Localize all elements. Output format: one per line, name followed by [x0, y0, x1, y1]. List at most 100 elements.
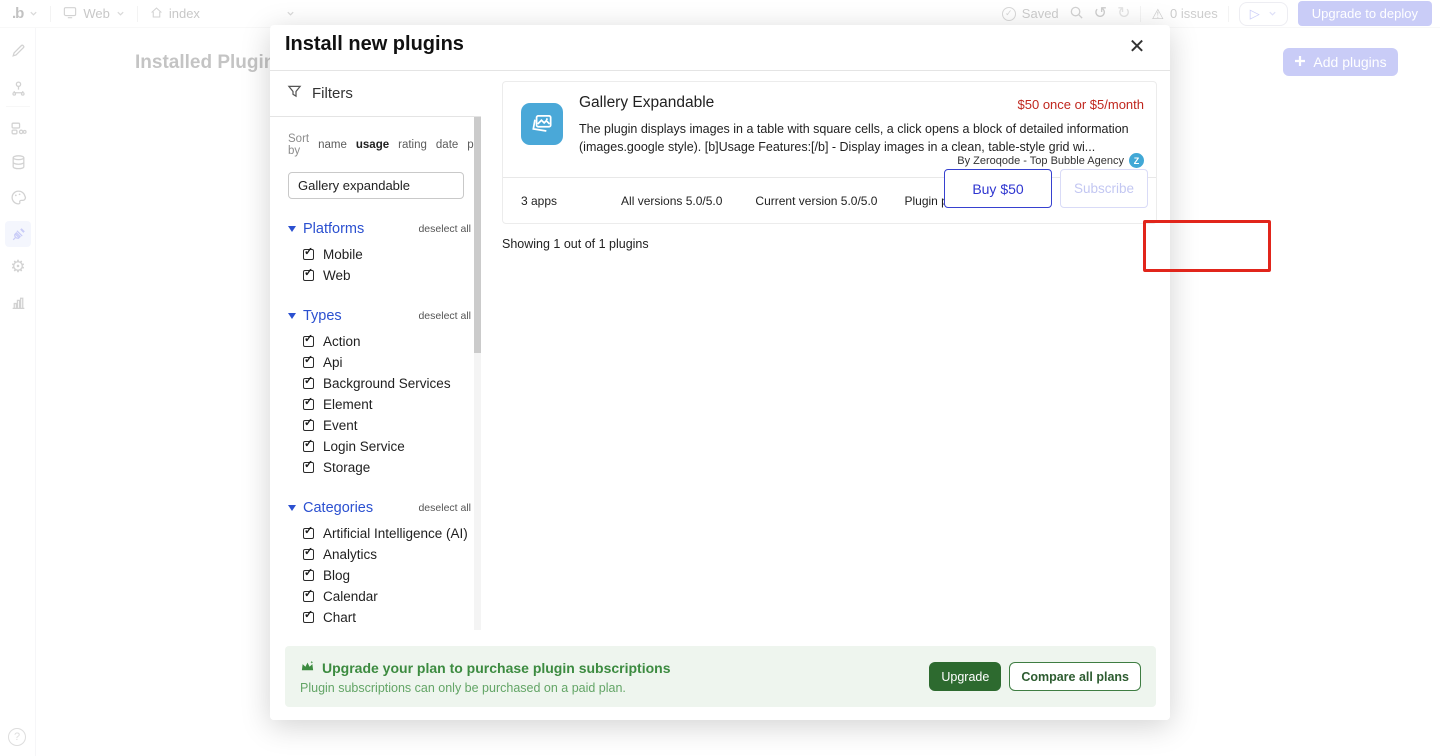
plugin-results-area: Gallery Expandable $50 once or $5/month …: [481, 71, 1170, 630]
filter-item-event[interactable]: Event: [288, 415, 474, 436]
deselect-all-link[interactable]: deselect all: [418, 502, 471, 514]
checked-checkbox-icon: [303, 270, 314, 281]
undo-icon[interactable]: ↺: [1094, 6, 1107, 22]
filter-item-login-service[interactable]: Login Service: [288, 436, 474, 457]
checked-checkbox-icon: [303, 249, 314, 260]
filter-item-label: Event: [323, 418, 358, 433]
monitor-icon: [63, 6, 77, 22]
crown-icon: [300, 659, 315, 677]
collapse-triangle-icon[interactable]: [288, 313, 296, 319]
checked-checkbox-icon: [303, 420, 314, 431]
plugins-plug-icon[interactable]: [5, 221, 31, 247]
sort-option-name[interactable]: name: [318, 139, 347, 151]
filter-section-categories: Categories deselect all Artificial Intel…: [288, 500, 474, 630]
sort-option-date[interactable]: date: [436, 139, 458, 151]
logs-chart-icon[interactable]: [8, 292, 28, 312]
current-version-stat: Current version 5.0/5.0: [755, 194, 877, 208]
filter-item-blog[interactable]: Blog: [288, 565, 474, 586]
plugin-search-input[interactable]: [288, 172, 464, 199]
help-icon[interactable]: ?: [8, 728, 26, 746]
filter-item-calendar[interactable]: Calendar: [288, 586, 474, 607]
filter-item-background-services[interactable]: Background Services: [288, 373, 474, 394]
collapse-triangle-icon[interactable]: [288, 505, 296, 511]
filters-panel: Filters Sort by name usage rating date p…: [270, 71, 481, 630]
compare-all-plans-button[interactable]: Compare all plans: [1009, 662, 1141, 691]
deselect-all-link[interactable]: deselect all: [418, 310, 471, 322]
design-pencil-icon[interactable]: [8, 40, 28, 60]
modal-header: Install new plugins ✕: [270, 25, 1170, 71]
filter-item-analytics[interactable]: Analytics: [288, 544, 474, 565]
filters-header: Filters: [270, 71, 481, 117]
plugin-author: By Zeroqode - Top Bubble Agency Z: [957, 153, 1144, 168]
filter-item-mobile[interactable]: Mobile: [288, 244, 474, 265]
scrollbar-thumb[interactable]: [474, 117, 481, 353]
modal-footer: Upgrade your plan to purchase plugin sub…: [270, 630, 1170, 720]
filter-item-label: Mobile: [323, 247, 363, 262]
bubble-logo: .b: [12, 5, 23, 22]
settings-gear-icon[interactable]: ⚙: [8, 257, 28, 277]
sort-by-label: Sort by: [288, 133, 309, 157]
deselect-all-link[interactable]: deselect all: [418, 223, 471, 235]
filter-item-label: Chart: [323, 610, 356, 625]
filter-item-label: Element: [323, 397, 373, 412]
plugin-price: $50 once or $5/month: [1018, 97, 1144, 112]
filter-section-types: Types deselect all Action Api Background…: [288, 308, 474, 478]
chevron-down-icon: [116, 9, 125, 18]
sort-option-rating[interactable]: rating: [398, 139, 427, 151]
filter-item-label: Action: [323, 334, 361, 349]
checked-checkbox-icon: [303, 591, 314, 602]
check-circle-icon: ✓: [1002, 7, 1016, 21]
checked-checkbox-icon: [303, 336, 314, 347]
page-dropdown[interactable]: [274, 0, 307, 27]
filter-item-ai[interactable]: Artificial Intelligence (AI): [288, 523, 474, 544]
filters-label: Filters: [312, 85, 353, 102]
filter-item-label: Calendar: [323, 589, 378, 604]
workflow-icon[interactable]: [8, 78, 28, 98]
section-title[interactable]: Types: [303, 308, 342, 324]
filter-item-action[interactable]: Action: [288, 331, 474, 352]
filter-item-storage[interactable]: Storage: [288, 457, 474, 478]
issues-indicator[interactable]: ⚠ 0 issues: [1151, 6, 1217, 21]
checked-checkbox-icon: [303, 378, 314, 389]
filter-item-label: Api: [323, 355, 343, 370]
database-icon[interactable]: [8, 152, 28, 172]
filter-item-label: Storage: [323, 460, 370, 475]
checked-checkbox-icon: [303, 462, 314, 473]
redo-icon[interactable]: ↻: [1117, 6, 1130, 22]
app-type-selector[interactable]: Web: [51, 0, 137, 27]
filter-item-chart[interactable]: Chart: [288, 607, 474, 628]
filter-section-platforms: Platforms deselect all Mobile Web: [288, 221, 474, 286]
upgrade-to-deploy-button[interactable]: Upgrade to deploy: [1298, 1, 1432, 26]
filter-item-api[interactable]: Api: [288, 352, 474, 373]
components-icon[interactable]: [8, 118, 28, 138]
collapse-triangle-icon[interactable]: [288, 226, 296, 232]
upgrade-button[interactable]: Upgrade: [929, 662, 1001, 691]
styles-palette-icon[interactable]: [8, 187, 28, 207]
all-versions-stat: All versions 5.0/5.0: [621, 194, 722, 208]
filter-item-web[interactable]: Web: [288, 265, 474, 286]
editor-topbar: .b Web index: [0, 0, 1440, 28]
close-icon[interactable]: ✕: [1126, 35, 1148, 57]
issues-count-label: 0 issues: [1170, 6, 1218, 21]
save-status: ✓ Saved: [1002, 6, 1059, 21]
app-type-label: Web: [83, 6, 110, 21]
filters-scroll-area: Sort by name usage rating date price Pla…: [270, 117, 474, 630]
plugin-gallery-icon: [521, 103, 563, 145]
add-plugins-button[interactable]: Add plugins: [1283, 48, 1398, 76]
plugin-description: The plugin displays images in a table wi…: [579, 121, 1157, 157]
section-title[interactable]: Platforms: [303, 221, 364, 237]
page-name-label: index: [169, 6, 200, 21]
add-plugins-label: Add plugins: [1313, 54, 1386, 70]
sort-option-usage[interactable]: usage: [356, 139, 389, 151]
buy-button[interactable]: Buy $50: [944, 169, 1052, 208]
search-icon[interactable]: [1069, 5, 1084, 23]
preview-run-button[interactable]: ▷: [1239, 2, 1288, 26]
filter-item-element[interactable]: Element: [288, 394, 474, 415]
bubble-logo-menu[interactable]: .b: [0, 0, 50, 27]
sort-option-price[interactable]: price: [467, 139, 474, 151]
page-title: Installed Plugins: [135, 52, 286, 74]
chevron-down-icon: [286, 9, 295, 18]
section-title[interactable]: Categories: [303, 500, 373, 516]
subscribe-button[interactable]: Subscribe: [1060, 169, 1148, 208]
page-selector[interactable]: index: [138, 0, 212, 27]
